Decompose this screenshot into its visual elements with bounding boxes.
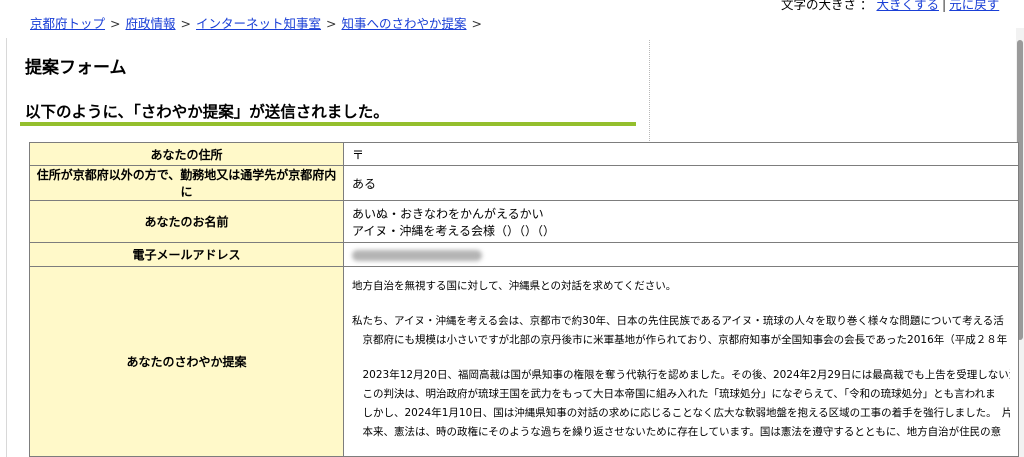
email-label: 電子メールアドレス (29, 242, 344, 267)
address-value: 〒 (343, 142, 1019, 166)
breadcrumb-separator: > (180, 16, 191, 31)
commuter-label: 住所が京都府以外の方で、勤務地又は通学先が京都府内に (29, 165, 344, 201)
name-label: あなたのお名前 (29, 200, 344, 243)
proposal-line: 地方自治を無視する国に対して、沖縄県との対話を求めてください。 (352, 280, 677, 292)
name-value-cell: あいぬ・おきなわをかんがえるかい アイヌ・沖縄を考える会様（）（）（） (343, 200, 1019, 243)
proposal-line: しかし、2024年1月10日、国は沖縄県知事の対話の求めに応じることなく広大な軟… (352, 407, 1010, 419)
sent-confirmation-heading: 以下のように、「さわやか提案」が送信されました。 (25, 103, 389, 121)
commuter-value: ある (343, 165, 1019, 201)
table-row-email: 電子メールアドレス (29, 242, 1019, 267)
proposal-line: 私たち、アイヌ・沖縄を考える会は、京都市で約30年、日本の先住民族であるアイヌ・… (352, 315, 1004, 327)
breadcrumb: 京都府トップ > 府政情報 > インターネット知事室 > 知事へのさわやか提案 > (30, 13, 487, 32)
breadcrumb-separator: > (471, 16, 482, 31)
table-row-address: あなたの住所 〒 (29, 142, 1019, 166)
redacted-email (352, 249, 482, 261)
font-size-bigger-link[interactable]: 大きくする (876, 0, 939, 12)
breadcrumb-item-internet-governor-office[interactable]: インターネット知事室 (196, 16, 321, 31)
breadcrumb-item-kyoto-top[interactable]: 京都府トップ (30, 16, 105, 31)
proposal-value-cell: 地方自治を無視する国に対して、沖縄県との対話を求めてください。 私たち、アイヌ・… (343, 266, 1019, 457)
heading-underline (20, 122, 636, 126)
page-title: 提案フォーム (25, 58, 127, 78)
table-row-proposal: あなたのさわやか提案 地方自治を無視する国に対して、沖縄県との対話を求めてくださ… (29, 266, 1019, 457)
proposal-line: 本来、憲法は、時の政権にそのような過ちを繰り返させないために存在しています。国は… (352, 426, 1002, 438)
proposal-label: あなたのさわやか提案 (29, 266, 344, 457)
breadcrumb-item-prefectural-info[interactable]: 府政情報 (126, 16, 176, 31)
breadcrumb-item-sawayaka-proposal[interactable]: 知事へのさわやか提案 (342, 16, 467, 31)
breadcrumb-separator: > (110, 16, 121, 31)
table-row-name: あなたのお名前 あいぬ・おきなわをかんがえるかい アイヌ・沖縄を考える会様（）（… (29, 200, 1019, 243)
breadcrumb-separator: > (326, 16, 337, 31)
font-size-reset-link[interactable]: 元に戻す (949, 0, 999, 12)
left-border (6, 38, 7, 457)
name-kana: あいぬ・おきなわをかんがえるかい (352, 206, 544, 221)
proposal-line: 2023年12月20日、福岡高裁は国が県知事の権限を奪う代執行を認めました。その… (352, 369, 1010, 381)
proposal-text: 地方自治を無視する国に対して、沖縄県との対話を求めてください。 私たち、アイヌ・… (352, 267, 1010, 442)
table-row-commuter: 住所が京都府以外の方で、勤務地又は通学先が京都府内に ある (29, 165, 1019, 201)
proposal-line: 京都府にも規模は小さいですが北部の京丹後市に米軍基地が作られており、京都府知事が… (352, 334, 1008, 346)
font-size-controls: 文字の大きさ ： 大きくする | 元に戻す (781, 0, 999, 13)
email-value-cell (343, 242, 1019, 267)
font-size-separator: | (941, 0, 947, 12)
proposal-summary-table: あなたの住所 〒 住所が京都府以外の方で、勤務地又は通学先が京都府内に ある あ… (29, 142, 1019, 457)
address-label: あなたの住所 (29, 142, 344, 166)
name-value: アイヌ・沖縄を考える会様（）（）（） (352, 223, 556, 238)
proposal-line: この判決は、明治政府が琉球王国を武力をもって大日本帝国に組み入れた「琉球処分」に… (352, 388, 996, 400)
font-size-label: 文字の大きさ ： (781, 0, 873, 12)
